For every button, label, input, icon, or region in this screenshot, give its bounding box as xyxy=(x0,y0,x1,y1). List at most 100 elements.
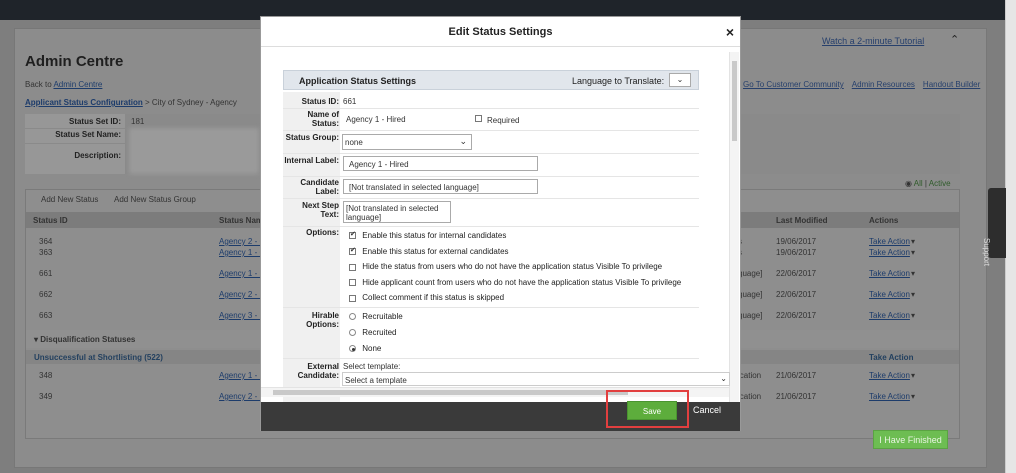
close-icon[interactable]: × xyxy=(726,24,734,40)
option-item: Collect comment if this status is skippe… xyxy=(349,293,504,303)
admin-resources-link[interactable]: Admin Resources xyxy=(852,80,915,89)
row-take-action[interactable]: Take Action xyxy=(869,392,910,401)
required-checkbox[interactable] xyxy=(475,115,482,122)
status-set-name-label: Status Set Name: xyxy=(55,130,121,139)
group-take-action[interactable]: Take Action xyxy=(869,353,913,362)
row-status-name[interactable]: Agency 3 - H xyxy=(219,311,265,320)
next-step-label: Next Step Text: xyxy=(302,201,339,219)
unsuccessful-group[interactable]: Unsuccessful at Shortlisting (522) xyxy=(34,353,163,362)
option-item: Enable this status for internal candidat… xyxy=(349,230,506,241)
template-select[interactable]: Select a template ⌄ xyxy=(342,372,730,386)
row-take-action[interactable]: Take Action xyxy=(869,371,910,380)
modal-title: Edit Status Settings xyxy=(448,26,553,38)
hirable-radio[interactable] xyxy=(349,329,356,337)
language-label: Language to Translate: xyxy=(572,76,665,86)
option-checkbox[interactable] xyxy=(349,294,356,302)
chevron-down-icon[interactable]: ▾ xyxy=(911,371,915,380)
option-checkbox[interactable] xyxy=(349,246,356,255)
modal-vertical-thumb[interactable] xyxy=(732,61,737,141)
customer-community-link[interactable]: Go To Customer Community xyxy=(743,80,844,89)
chevron-down-icon[interactable]: ▾ xyxy=(911,237,915,246)
option-checkbox[interactable] xyxy=(349,230,356,240)
option-item: Hide the status from users who do not ha… xyxy=(349,262,662,272)
separator xyxy=(283,130,699,131)
separator xyxy=(283,198,699,199)
cancel-button[interactable]: Cancel xyxy=(693,405,721,415)
status-id-label: Status ID: xyxy=(301,97,339,106)
chevron-down-icon[interactable]: ▾ xyxy=(911,269,915,278)
hirable-option: None xyxy=(349,344,381,354)
breadcrumb-rest: > City of Sydney - Agency xyxy=(145,98,237,107)
option-label: Hide applicant count from users who do n… xyxy=(362,277,682,287)
filter-links: ◉ All | Active xyxy=(905,179,951,188)
row-status-name[interactable]: Agency 2 - U xyxy=(219,392,265,401)
edit-status-modal: Edit Status Settings × Application Statu… xyxy=(260,16,741,431)
add-new-status-button[interactable]: Add New Status xyxy=(41,195,98,204)
modal-horizontal-thumb[interactable] xyxy=(273,390,628,395)
row-take-action[interactable]: Take Action xyxy=(869,290,910,299)
col-status-name: Status Nam xyxy=(219,216,264,225)
status-set-id-label: Status Set ID: xyxy=(68,117,121,126)
hirable-label: Recruited xyxy=(362,328,397,337)
hirable-radio[interactable] xyxy=(349,345,356,353)
separator xyxy=(283,176,699,177)
row-last-modified: 22/06/2017 xyxy=(776,290,817,299)
option-checkbox[interactable] xyxy=(349,263,356,271)
internal-label-value: Agency 1 - Hired xyxy=(349,160,409,169)
chevron-down-icon[interactable]: ▾ xyxy=(911,392,915,401)
disqualification-header: ▾ Disqualification Statuses xyxy=(34,335,136,344)
options-label: Options: xyxy=(306,228,339,237)
option-label: Enable this status for external candidat… xyxy=(362,246,509,256)
redacted-block xyxy=(129,128,259,174)
status-group-select[interactable]: none ⌄ xyxy=(342,134,472,150)
hirable-radio[interactable] xyxy=(349,313,356,321)
back-link[interactable]: Admin Centre xyxy=(53,80,102,89)
row-take-action[interactable]: Take Action xyxy=(869,269,910,278)
internal-label-input[interactable]: Agency 1 - Hired xyxy=(343,156,538,171)
language-dropdown[interactable]: ⌄ xyxy=(669,73,691,87)
row-status-name[interactable]: Agency 2 - H xyxy=(219,290,265,299)
option-checkbox[interactable] xyxy=(349,279,356,287)
separator xyxy=(283,226,699,227)
status-id-value: 661 xyxy=(343,97,357,106)
row-status-id: 662 xyxy=(39,290,53,299)
hirable-label: Recruitable xyxy=(362,312,403,321)
add-new-status-group-button[interactable]: Add New Status Group xyxy=(114,195,196,204)
page-scrollbar[interactable] xyxy=(1005,0,1016,473)
collapse-chevron-icon[interactable]: ⌃ xyxy=(950,33,959,46)
row-status-name[interactable]: Agency 1 - C xyxy=(219,248,265,257)
chevron-down-icon[interactable]: ▾ xyxy=(911,248,915,257)
name-of-status-value: Agency 1 - Hired xyxy=(346,115,406,124)
next-step-textarea[interactable]: [Not translated in selected language] xyxy=(343,201,451,223)
row-status-name[interactable]: Agency 1 - U xyxy=(219,371,265,380)
i-have-finished-button[interactable]: I Have Finished xyxy=(873,430,948,449)
row-status-name[interactable]: Agency 2 - C xyxy=(219,237,265,246)
chevron-down-icon: ⌄ xyxy=(459,136,467,146)
handout-builder-link[interactable]: Handout Builder xyxy=(923,80,980,89)
candidate-label-input[interactable]: [Not translated in selected language] xyxy=(343,179,538,194)
row-last-modified: 19/06/2017 xyxy=(776,237,817,246)
row-take-action[interactable]: Take Action xyxy=(869,248,910,257)
status-group-value: none xyxy=(345,138,363,147)
chevron-down-icon[interactable]: ▾ xyxy=(911,311,915,320)
filter-active[interactable]: Active xyxy=(929,179,951,188)
support-tab[interactable]: Support xyxy=(982,188,1006,266)
separator xyxy=(283,307,699,308)
chevron-down-icon[interactable]: ▾ xyxy=(911,290,915,299)
status-group-label: Status Group: xyxy=(285,133,339,142)
row-take-action[interactable]: Take Action xyxy=(869,311,910,320)
breadcrumb-link[interactable]: Applicant Status Configuration xyxy=(25,98,143,107)
tutorial-link[interactable]: Watch a 2-minute Tutorial xyxy=(822,36,924,46)
row-take-action[interactable]: Take Action xyxy=(869,237,910,246)
row-status-id: 349 xyxy=(39,392,53,401)
row-last-modified: 19/06/2017 xyxy=(776,248,817,257)
description-label: Description: xyxy=(74,151,121,160)
col-status-id: Status ID xyxy=(33,216,68,225)
filter-all[interactable]: All xyxy=(914,179,923,188)
candidate-label-label: Candidate Label: xyxy=(300,178,339,196)
required-label: Required xyxy=(487,116,520,125)
row-status-name[interactable]: Agency 1 - H xyxy=(219,269,265,278)
option-label: Hide the status from users who do not ha… xyxy=(362,262,663,272)
top-links: Go To Customer Community Admin Resources… xyxy=(743,80,980,89)
row-last-modified: 21/06/2017 xyxy=(776,392,817,401)
